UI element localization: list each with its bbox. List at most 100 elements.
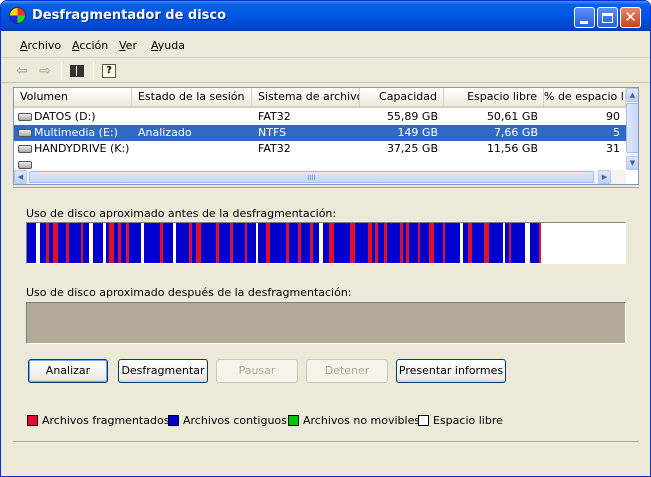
volume-free: 50,61 GB: [486, 110, 538, 123]
legend-contiguous: Archivos contiguos: [168, 413, 287, 427]
legend-unmovable: Archivos no movibles: [288, 413, 420, 427]
legend-label: Espacio libre: [433, 413, 503, 427]
minimize-button[interactable]: [574, 7, 595, 28]
fragmented-fragment: [118, 223, 121, 263]
free-fragment: [256, 223, 258, 263]
volume-free: 11,56 GB: [486, 142, 538, 155]
fragmented-fragment: [298, 223, 301, 263]
disk-map-before: [26, 222, 626, 264]
free-fragment: [460, 223, 463, 263]
drive-icon: [18, 161, 32, 169]
scroll-grip-icon: [307, 175, 316, 180]
menu-ver[interactable]: Ver: [119, 39, 137, 52]
volume-free: 7,66 GB: [493, 126, 538, 139]
scroll-down-icon[interactable]: ▼: [626, 156, 638, 170]
volume-capacity: 149 GB: [397, 126, 438, 139]
col-capacidad[interactable]: Capacidad: [360, 88, 444, 106]
fragmented-fragment: [53, 223, 58, 263]
fragmented-fragment: [368, 223, 372, 263]
col-sistema-archivos[interactable]: Sistema de archivos: [252, 88, 360, 106]
fragmented-fragment: [230, 223, 233, 263]
volume-name: HANDYDRIVE (K:): [34, 142, 130, 155]
volume-list-header: Volumen Estado de la sesión Sistema de a…: [14, 88, 626, 108]
stop-button[interactable]: Detener: [306, 359, 388, 383]
fragmented-fragment: [81, 223, 83, 263]
analyze-button[interactable]: Analizar: [28, 359, 108, 383]
forward-arrow-icon[interactable]: ⇨: [36, 62, 54, 80]
volume-row-partial[interactable]: [14, 157, 626, 170]
volume-row-handydrive[interactable]: HANDYDRIVE (K:) FAT32 37,25 GB 11,56 GB …: [14, 141, 626, 157]
maximize-icon: [602, 12, 613, 23]
toolbar-separator: [93, 62, 94, 80]
title-bar[interactable]: Desfragmentador de disco ✕: [1, 1, 650, 31]
after-usage-label: Uso de disco aproximado después de la de…: [26, 286, 352, 299]
col-estado[interactable]: Estado de la sesión: [132, 88, 252, 106]
vertical-scroll-thumb[interactable]: [626, 103, 638, 153]
menu-accion[interactable]: Acción: [72, 39, 108, 52]
legend-swatch-free: [418, 414, 429, 426]
fragmented-fragment: [46, 223, 49, 263]
divider: [13, 187, 639, 188]
legend-free-space: Espacio libre: [418, 413, 503, 427]
volume-pct-free: 90: [606, 110, 620, 123]
defrag-app-icon: [9, 7, 26, 24]
fragmented-fragment: [66, 223, 69, 263]
disk-map-before-graphic: [27, 223, 625, 263]
fragmented-fragment: [539, 223, 541, 263]
report-button[interactable]: Presentar informes: [396, 359, 506, 383]
bottom-divider: [13, 441, 639, 442]
scroll-right-icon[interactable]: ▶: [598, 170, 611, 184]
before-usage-label: Uso de disco aproximado antes de la desf…: [26, 207, 337, 220]
free-fragment: [89, 223, 93, 263]
fragmented-fragment: [245, 223, 247, 263]
legend-swatch-contiguous: [168, 414, 179, 426]
volume-capacity: 37,25 GB: [386, 142, 438, 155]
horizontal-scroll-thumb[interactable]: [29, 171, 594, 183]
window-title: Desfragmentador de disco: [32, 8, 227, 23]
volume-status: [132, 141, 252, 157]
fragmented-fragment: [375, 223, 378, 263]
close-button[interactable]: ✕: [620, 7, 641, 28]
fragmented-fragment: [216, 223, 219, 263]
scroll-left-icon[interactable]: ◀: [14, 170, 27, 184]
toolbar-separator: [61, 62, 62, 80]
legend-label: Archivos fragmentados: [42, 413, 170, 427]
fragmented-fragment: [484, 223, 489, 263]
defragment-button[interactable]: Desfragmentar: [118, 359, 208, 383]
volume-list-vertical-scrollbar[interactable]: ▲ ▼: [626, 88, 638, 170]
volume-row-datos[interactable]: DATOS (D:) FAT32 55,89 GB 50,61 GB 90: [14, 109, 626, 125]
col-espacio-libre[interactable]: Espacio libre: [444, 88, 544, 106]
volume-capacity: 55,89 GB: [386, 110, 438, 123]
free-fragment: [525, 223, 530, 263]
menu-bar: Archivo Acción Ver Ayuda: [1, 31, 650, 58]
volume-list-horizontal-scrollbar[interactable]: ◀ ▶: [14, 170, 626, 184]
fragmented-fragment: [310, 223, 313, 263]
legend-swatch-fragmented: [27, 414, 38, 426]
col-volumen[interactable]: Volumen: [14, 88, 132, 106]
fragmented-fragment: [429, 223, 434, 263]
menu-ayuda[interactable]: Ayuda: [151, 39, 185, 52]
fragmented-fragment: [126, 223, 129, 263]
col-porcentaje-libre[interactable]: % de espacio l: [544, 88, 626, 106]
legend-label: Archivos contiguos: [183, 413, 287, 427]
scroll-up-icon[interactable]: ▲: [626, 88, 638, 102]
maximize-button[interactable]: [597, 7, 618, 28]
legend-fragmented: Archivos fragmentados: [27, 413, 169, 427]
help-button[interactable]: ?: [100, 62, 118, 80]
fragmented-fragment: [384, 223, 387, 263]
fragmented-fragment: [509, 223, 511, 263]
console-tree-icon: [70, 65, 84, 77]
free-fragment: [319, 223, 323, 263]
volume-status: Analizado: [138, 126, 192, 139]
free-fragment: [36, 223, 40, 263]
pause-button[interactable]: Pausar: [216, 359, 298, 383]
help-icon: ?: [102, 64, 116, 78]
volume-row-multimedia[interactable]: Multimedia (E:) Analizado NTFS 149 GB 7,…: [14, 125, 626, 141]
show-hide-console-tree-button[interactable]: [68, 62, 86, 80]
fragmented-fragment: [468, 223, 472, 263]
fragmented-fragment: [350, 223, 355, 263]
menu-archivo[interactable]: Archivo: [20, 39, 61, 52]
legend-label: Archivos no movibles: [303, 413, 421, 427]
back-arrow-icon[interactable]: ⇦: [13, 62, 31, 80]
fragmented-fragment: [406, 223, 409, 263]
